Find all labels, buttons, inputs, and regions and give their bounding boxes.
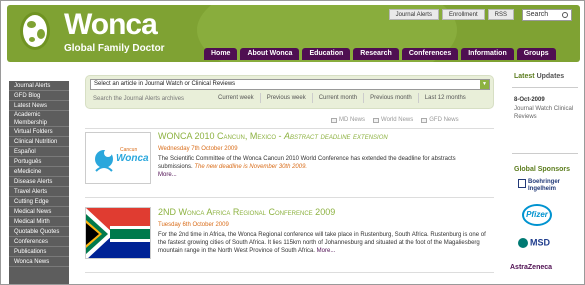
nav-conferences[interactable]: Conferences — [401, 48, 459, 60]
logo-subtitle: Global Family Doctor — [64, 43, 165, 54]
global-sponsors-heading: Global Sponsors — [514, 166, 571, 173]
article-body: The Scientific Committee of the Wonca Ca… — [158, 155, 488, 179]
search-input[interactable]: Search — [522, 9, 572, 21]
sidebar-item-medical-news[interactable]: Medical News — [9, 207, 69, 217]
period-filter: Current week Previous week Current month… — [212, 93, 472, 103]
filter-label: MD News — [339, 117, 366, 123]
period-previous-week[interactable]: Previous week — [259, 93, 312, 103]
checkbox-icon[interactable] — [373, 117, 380, 123]
thumb-text: Wonca — [116, 153, 149, 164]
article-thumbnail-south-africa[interactable] — [85, 207, 151, 259]
main-nav: Home About Wonca Education Research Conf… — [204, 48, 556, 60]
divider — [85, 197, 494, 198]
sidebar-item-publications[interactable]: Publications — [9, 247, 69, 257]
sponsor-boehringer[interactable]: Boehringer Ingelheim — [518, 179, 578, 193]
news-filters: MD News World News GFD News — [331, 117, 459, 123]
period-last-12-months[interactable]: Last 12 months — [417, 93, 472, 103]
nav-home[interactable]: Home — [204, 48, 238, 60]
article-select-value: Select an article in Journal Watch or Cl… — [94, 81, 236, 87]
sidebar-item-latest-news[interactable]: Latest News — [9, 101, 69, 111]
sidebar-item-emedicine[interactable]: eMedicine — [9, 167, 69, 177]
south-africa-flag-icon — [86, 208, 150, 258]
sponsor-pfizer[interactable]: Pfizer — [522, 204, 552, 226]
boehringer-logo-icon — [518, 179, 526, 188]
filter-md-news[interactable]: MD News — [331, 117, 365, 123]
sidebar-item-journal-alerts[interactable]: Journal Alerts — [9, 81, 69, 91]
rss-link[interactable]: RSS — [487, 9, 514, 20]
msd-logo-icon — [518, 237, 528, 248]
sidebar-item-portugues[interactable]: Português — [9, 157, 69, 167]
top-links: Journal Alerts Enrollment RSS — [388, 9, 514, 20]
sponsor-name: MSD — [530, 237, 550, 248]
sidebar-item-travel-alerts[interactable]: Travel Alerts — [9, 187, 69, 197]
article-date: Tuesday 6th October 2009 — [158, 222, 229, 228]
more-link[interactable]: More... — [317, 248, 336, 254]
checkbox-icon[interactable] — [331, 117, 337, 123]
nav-information[interactable]: Information — [461, 48, 514, 60]
sponsor-name: Boehringer Ingelheim — [528, 179, 561, 192]
heading-part: Updates — [536, 73, 565, 80]
period-current-week[interactable]: Current week — [212, 93, 260, 103]
nav-education[interactable]: Education — [302, 48, 351, 60]
article-highlight: The new deadline is November 30th 2009. — [194, 164, 308, 170]
page: Wonca Global Family Doctor Journal Alert… — [0, 0, 585, 285]
filter-gfd-news[interactable]: GFD News — [421, 117, 459, 123]
search-icon[interactable] — [562, 12, 568, 18]
update-date: 8-Oct-2009 — [514, 97, 545, 103]
search-text: Search — [526, 11, 549, 18]
sponsor-msd[interactable]: MSD — [518, 237, 550, 248]
sidebar-item-academic-membership[interactable]: Academic Membership — [9, 111, 69, 127]
sidebar-item-espanol[interactable]: Español — [9, 147, 69, 157]
article-thumbnail-cancun[interactable]: Cancun Wonca — [85, 132, 151, 184]
sidebar-item-cutting-edge[interactable]: Cutting Edge — [9, 197, 69, 207]
sponsor-astrazeneca[interactable]: AstraZeneca — [510, 264, 552, 271]
sidebar-item-conferences[interactable]: Conferences — [9, 237, 69, 247]
article-title-emphasis[interactable]: Abstract deadline extension — [284, 131, 388, 141]
filter-label: World News — [381, 117, 414, 123]
sidebar-item-wonca-news[interactable]: Wonca News — [9, 257, 69, 267]
period-current-month[interactable]: Current month — [311, 93, 363, 103]
article-date: Wednesday 7th October 2009 — [158, 146, 238, 152]
journal-alerts-link[interactable]: Journal Alerts — [388, 9, 439, 20]
sidebar-item-quotable-quotes[interactable]: Quotable Quotes — [9, 227, 69, 237]
article-title[interactable]: 2ND Wonca Africa Regional Conference 200… — [158, 207, 335, 217]
divider — [85, 128, 494, 129]
divider — [512, 87, 578, 88]
latest-updates-heading: Latest Updates — [514, 73, 564, 80]
sidebar: Journal Alerts GFD Blog Latest News Acad… — [9, 81, 69, 284]
article-title-text[interactable]: WONCA 2010 Cancun, Mexico - — [158, 131, 284, 141]
site-header: Wonca Global Family Doctor Journal Alert… — [7, 5, 580, 62]
sidebar-item-gfd-blog[interactable]: GFD Blog — [9, 91, 69, 101]
nav-research[interactable]: Research — [353, 48, 399, 60]
update-link[interactable]: Journal Watch Clinical Reviews — [514, 105, 574, 121]
article-select[interactable]: Select an article in Journal Watch or Cl… — [90, 79, 490, 90]
nav-groups[interactable]: Groups — [516, 48, 556, 60]
right-column: Latest Updates 8-Oct-2009 Journal Watch … — [508, 67, 582, 284]
sidebar-item-medical-mirth[interactable]: Medical Mirth — [9, 217, 69, 227]
sidebar-item-disease-alerts[interactable]: Disease Alerts — [9, 177, 69, 187]
divider — [512, 153, 578, 154]
sidebar-item-virtual-folders[interactable]: Virtual Folders — [9, 127, 69, 137]
archive-search-label: Search the Journal Alerts archives — [93, 96, 185, 102]
journal-search-panel: Select an article in Journal Watch or Cl… — [85, 75, 494, 109]
more-link[interactable]: More... — [158, 172, 177, 178]
filter-world-news[interactable]: World News — [373, 117, 413, 123]
chevron-down-icon[interactable]: ▼ — [480, 80, 489, 89]
nav-about-wonca[interactable]: About Wonca — [240, 48, 300, 60]
logo-title[interactable]: Wonca — [64, 8, 158, 42]
heading-part: Latest — [514, 73, 535, 80]
period-previous-month[interactable]: Previous month — [363, 93, 418, 103]
enrollment-link[interactable]: Enrollment — [441, 9, 485, 20]
globe-logo-icon[interactable] — [20, 12, 50, 50]
filter-label: GFD News — [429, 117, 459, 123]
article-title[interactable]: WONCA 2010 Cancun, Mexico - Abstract dea… — [158, 131, 388, 141]
sidebar-item-clinical-nutrition[interactable]: Clinical Nutrition — [9, 137, 69, 147]
divider — [85, 272, 494, 273]
checkbox-icon[interactable] — [421, 117, 428, 123]
article-body: For the 2nd time in Africa, the Wonca Re… — [158, 231, 488, 255]
